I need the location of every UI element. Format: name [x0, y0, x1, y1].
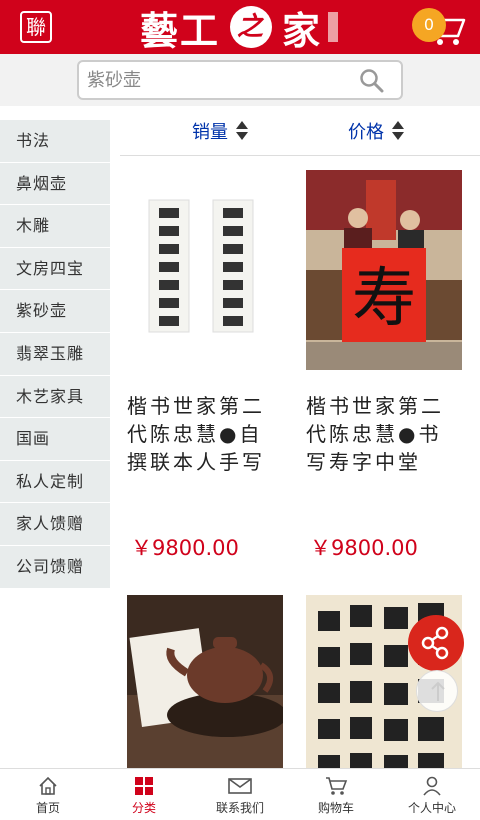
- nav-cart-label: 购物车: [317, 801, 354, 815]
- logo-seal-icon[interactable]: 聯: [20, 11, 52, 43]
- sort-arrows-icon: [236, 121, 248, 141]
- nav-category[interactable]: 分类: [96, 769, 192, 820]
- search-input[interactable]: [87, 62, 347, 98]
- category-grid-icon: [135, 777, 153, 795]
- product-image[interactable]: 寿: [306, 170, 462, 370]
- search-bar: [0, 54, 480, 106]
- app-header: 聯 藝工 之 家 0: [0, 0, 480, 54]
- svg-text:寿: 寿: [352, 262, 416, 336]
- share-icon: [421, 626, 449, 660]
- brand-logo: 藝工 之 家: [140, 4, 339, 53]
- sidebar-item-chinese-painting[interactable]: 国画: [0, 418, 110, 461]
- product-card[interactable]: [127, 595, 283, 795]
- sort-bar: 销量 价格: [120, 106, 480, 156]
- brand-text-left: 藝工: [140, 7, 221, 53]
- sidebar-item-calligraphy[interactable]: 书法: [0, 120, 110, 163]
- product-price: ￥9800.00: [131, 536, 239, 560]
- nav-contact-label: 联系我们: [215, 801, 264, 815]
- brand-text-mid: 之: [230, 6, 273, 48]
- product-image[interactable]: [127, 595, 283, 795]
- mail-icon: [228, 778, 252, 794]
- product-price: ￥9800.00: [310, 536, 418, 560]
- bottom-nav: 首页 分类 联系我们 购物车 个人中心: [0, 768, 480, 820]
- nav-profile[interactable]: 个人中心: [384, 769, 480, 820]
- sidebar-item-family-gift[interactable]: 家人馈赠: [0, 503, 110, 546]
- product-image[interactable]: [127, 170, 283, 370]
- nav-home-label: 首页: [35, 801, 60, 815]
- brand-text-right: 家: [282, 7, 323, 53]
- home-icon: [39, 776, 57, 795]
- nav-home[interactable]: 首页: [0, 769, 96, 820]
- sidebar-item-snuff-bottle[interactable]: 鼻烟壶: [0, 162, 110, 206]
- brand-stamp: [328, 12, 339, 42]
- sort-sales-label: 销量: [192, 122, 228, 143]
- search-box[interactable]: [77, 60, 403, 100]
- product-title[interactable]: 楷书世家第二代陈忠慧●书写寿字中堂: [306, 392, 462, 482]
- nav-profile-label: 个人中心: [407, 801, 456, 815]
- sidebar-item-jade-carving[interactable]: 翡翠玉雕: [0, 332, 110, 376]
- search-icon[interactable]: [359, 68, 385, 94]
- sort-arrows-icon: [392, 121, 404, 141]
- product-card[interactable]: 楷书世家第二代陈忠慧●自撰联本人手写 ￥9800.00: [127, 170, 283, 560]
- nav-category-label: 分类: [131, 801, 156, 815]
- sidebar-item-company-gift[interactable]: 公司馈赠: [0, 545, 110, 589]
- sort-price-label: 价格: [348, 122, 384, 143]
- product-title[interactable]: 楷书世家第二代陈忠慧●自撰联本人手写: [127, 392, 283, 482]
- sidebar-item-wood-furniture[interactable]: 木艺家具: [0, 375, 110, 419]
- category-sidebar: 书法 鼻烟壶 木雕 文房四宝 紫砂壶 翡翠玉雕 木艺家具 国画 私人定制 家人馈…: [0, 120, 110, 589]
- cart-count-badge: 0: [412, 8, 446, 42]
- sidebar-item-custom[interactable]: 私人定制: [0, 460, 110, 504]
- product-card[interactable]: 寿 楷书世家第二代陈忠慧●书写寿字中堂 ￥9800.00: [306, 170, 462, 560]
- cart-icon: [326, 777, 348, 795]
- arrow-up-icon: [431, 681, 445, 701]
- nav-cart[interactable]: 购物车: [288, 769, 384, 820]
- header-cart-button[interactable]: 0: [412, 8, 468, 48]
- sort-by-price[interactable]: 价格: [348, 116, 404, 146]
- sidebar-item-wood-carving[interactable]: 木雕: [0, 205, 110, 248]
- sort-by-sales[interactable]: 销量: [192, 116, 248, 146]
- sidebar-item-study-treasures[interactable]: 文房四宝: [0, 247, 110, 291]
- back-to-top-button[interactable]: [416, 670, 458, 712]
- sidebar-item-zisha-teapot[interactable]: 紫砂壶: [0, 290, 110, 333]
- share-button[interactable]: [408, 615, 464, 671]
- user-icon: [423, 776, 441, 796]
- nav-contact[interactable]: 联系我们: [192, 769, 288, 820]
